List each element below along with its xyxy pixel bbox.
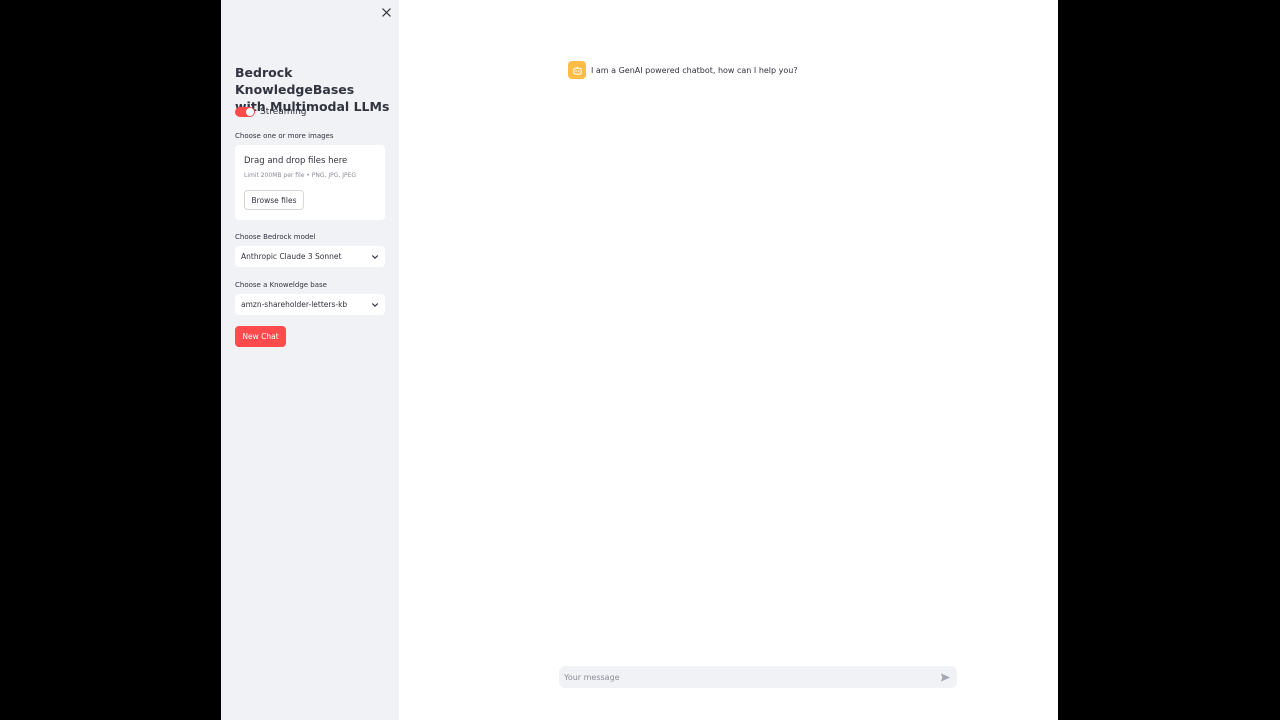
browse-files-button[interactable]: Browse files [244,190,304,210]
send-icon [940,672,950,682]
chat-input-bar [559,666,957,688]
kb-select[interactable]: amzn-shareholder-letters-kb [235,294,385,315]
sidebar: Bedrock KnowledgeBases with Multimodal L… [221,0,399,720]
send-button[interactable] [939,671,951,683]
dropzone-title: Drag and drop files here [244,156,348,166]
model-select-label: Choose Bedrock model [235,233,316,241]
model-select[interactable]: Anthropic Claude 3 Sonnet [235,246,385,267]
chevron-down-icon [370,300,379,309]
close-sidebar-button[interactable] [379,5,393,19]
message-text: I am a GenAI powered chatbot, how can I … [591,65,798,75]
toggle-knob [246,108,254,116]
close-icon [381,7,391,17]
bot-icon [572,65,582,75]
streaming-label: Streaming [260,107,307,117]
new-chat-button[interactable]: New Chat [235,326,286,347]
chat-input[interactable] [564,672,939,682]
streaming-toggle-row: Streaming [235,107,306,117]
assistant-avatar [568,61,586,79]
chat-main: I am a GenAI powered chatbot, how can I … [399,0,1058,720]
image-uploader-label: Choose one or more images [235,132,334,140]
app-window: Bedrock KnowledgeBases with Multimodal L… [221,0,1058,720]
streaming-toggle[interactable] [235,107,255,117]
chat-message: I am a GenAI powered chatbot, how can I … [568,61,798,79]
sidebar-title-line1: Bedrock KnowledgeBases [235,65,355,97]
model-select-value: Anthropic Claude 3 Sonnet [241,252,342,261]
chevron-down-icon [370,252,379,261]
kb-select-value: amzn-shareholder-letters-kb [241,300,348,309]
dropzone-limit-text: Limit 200MB per file • PNG, JPG, JPEG [244,172,357,179]
kb-select-label: Choose a Knoweldge base [235,281,327,289]
image-dropzone[interactable]: Drag and drop files here Limit 200MB per… [235,145,385,220]
